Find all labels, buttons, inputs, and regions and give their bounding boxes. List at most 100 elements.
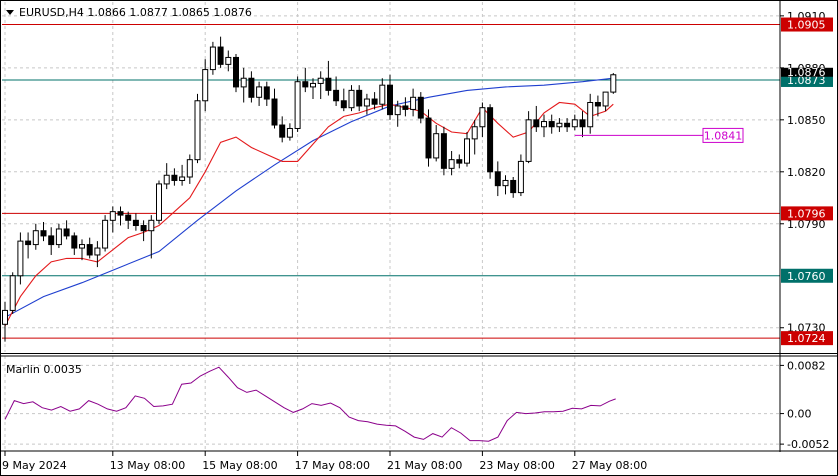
candle — [340, 88, 347, 112]
price-axis[interactable]: 1.09101.08801.08501.08201.07901.0730 — [780, 10, 826, 335]
candle — [248, 71, 255, 103]
indicator-axis[interactable]: 0.0082 0.00 -0.0052 — [780, 359, 829, 451]
time-tick-label: 9 May 2024 — [2, 459, 67, 472]
fast-moving-average-line — [4, 101, 614, 327]
current-price-label: 1.0876 — [787, 66, 826, 79]
candle — [102, 215, 109, 252]
level-badge-label: 1.0724 — [787, 332, 826, 345]
candle-body — [40, 230, 47, 237]
candle-body — [186, 159, 193, 178]
candle — [487, 104, 494, 179]
level-lines — [2, 24, 780, 339]
candle-body — [294, 81, 301, 129]
candle-body — [55, 228, 62, 246]
candle-body — [464, 138, 470, 164]
level-badge-label: 1.0760 — [787, 270, 826, 283]
indicator-tick-label: -0.0052 — [787, 438, 829, 451]
candle — [310, 78, 316, 100]
candle-body — [302, 81, 309, 88]
candle-body — [594, 101, 601, 107]
candle — [464, 131, 470, 167]
candle — [79, 239, 85, 261]
candle-body — [279, 124, 286, 138]
candle — [433, 125, 440, 162]
candle — [294, 76, 301, 132]
candle — [71, 232, 78, 255]
candle-body — [248, 77, 255, 98]
candle — [325, 60, 332, 96]
symbol-dropdown-icon[interactable] — [6, 10, 14, 15]
candle-body — [571, 119, 578, 128]
candle — [533, 105, 540, 132]
candle — [148, 215, 155, 259]
candle-body — [471, 126, 478, 140]
candle — [233, 53, 239, 93]
candle-body — [194, 100, 201, 161]
candle-body — [417, 96, 424, 119]
candle-body — [86, 244, 93, 256]
indicator-pane-grid — [2, 356, 780, 450]
candle-body — [163, 174, 170, 185]
candle-body — [179, 176, 186, 181]
price-badges: 1.09051.08731.07961.07601.07241.0876 — [781, 17, 833, 346]
time-axis[interactable]: 9 May 2024 13 May 08:00 15 May 08:00 17 May… — [2, 451, 647, 472]
candle — [163, 163, 170, 190]
candle — [286, 123, 293, 141]
marlin-line — [4, 366, 616, 442]
indicator-tick-label: 0.0082 — [787, 359, 826, 372]
symbol-header: EURUSD,H4 1.0866 1.0877 1.0865 1.0876 — [19, 6, 252, 19]
candle-body — [510, 179, 517, 194]
candle-body — [379, 84, 386, 105]
candle-body — [310, 82, 316, 88]
time-tick-label: 17 May 08:00 — [295, 459, 370, 472]
candle — [217, 36, 224, 68]
candle-body — [325, 77, 332, 91]
candle-body — [32, 230, 39, 246]
candlesticks — [2, 36, 617, 342]
candle-body — [387, 84, 393, 116]
candle — [171, 168, 178, 186]
chart-frame — [0, 0, 838, 476]
candle — [125, 211, 132, 229]
candle-body — [117, 211, 124, 216]
candle-body — [564, 122, 571, 128]
candle-body — [25, 240, 32, 246]
target-annotation[interactable]: 1.0841 — [574, 127, 744, 143]
candle — [494, 161, 501, 197]
candle-body — [286, 127, 293, 138]
indicator-tick-label: 0.00 — [787, 408, 812, 421]
candle — [440, 126, 447, 176]
candle — [202, 59, 209, 112]
candle-body — [548, 121, 555, 128]
candle-body — [271, 98, 278, 126]
candle-body — [479, 107, 486, 128]
candle — [186, 154, 193, 184]
candle — [525, 111, 532, 164]
candle — [17, 232, 24, 285]
candle-body — [148, 219, 155, 232]
candle-body — [48, 235, 55, 246]
candle-body — [456, 159, 463, 164]
candle — [156, 180, 162, 224]
candle — [456, 154, 463, 169]
level-badge-label: 1.0796 — [787, 207, 826, 220]
price-chart[interactable]: 1.0841 1.09101.08801.08501.08201.07901.0… — [0, 0, 838, 476]
candle-body — [217, 46, 224, 65]
candle-body — [125, 214, 132, 221]
candle — [510, 177, 517, 198]
candle-body — [225, 56, 232, 65]
candle-body — [263, 86, 270, 100]
candle — [48, 227, 55, 255]
candle — [63, 220, 70, 240]
candle — [109, 206, 116, 233]
candle — [94, 241, 101, 268]
candle — [256, 81, 263, 106]
candle — [610, 73, 617, 94]
candle — [471, 119, 478, 155]
candle-body — [317, 77, 324, 84]
time-tick-label: 21 May 08:00 — [387, 459, 462, 472]
candle — [179, 164, 186, 186]
pane-frames — [0, 0, 838, 476]
candle-body — [541, 121, 547, 128]
candle — [333, 76, 340, 106]
